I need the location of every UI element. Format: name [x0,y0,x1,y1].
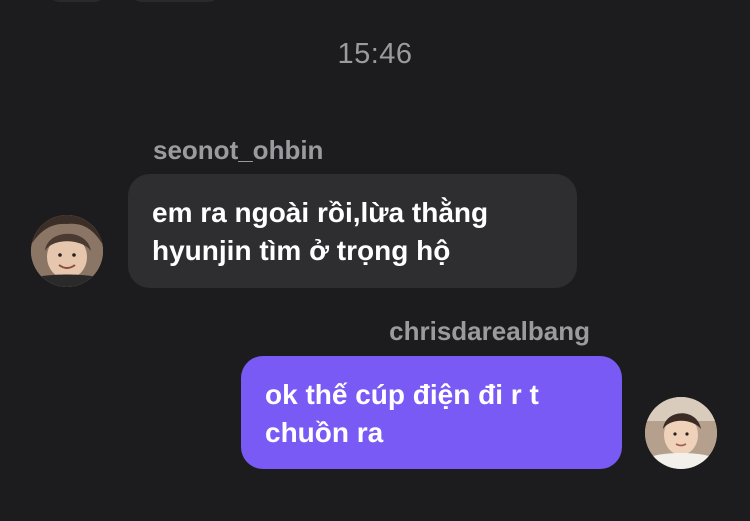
avatar-chrisdarealbang[interactable] [645,397,717,469]
user-avatar-photo-icon [645,397,717,469]
previous-message-fragment [130,0,220,2]
sender-name-seonot-ohbin[interactable]: seonot_ohbin [153,135,323,165]
message-bubble-incoming[interactable]: em ra ngoài rồi,lừa thằng hyunjin tìm ở … [128,174,577,288]
message-timestamp: 15:46 [337,38,413,70]
avatar-seonot-ohbin[interactable] [31,215,103,287]
user-avatar-photo-icon [31,215,103,287]
previous-message-fragment [48,0,106,2]
message-bubble-outgoing[interactable]: ok thế cúp điện đi r t chuồn ra [241,356,622,469]
sender-name-chrisdarealbang[interactable]: chrisdarealbang [389,316,590,346]
